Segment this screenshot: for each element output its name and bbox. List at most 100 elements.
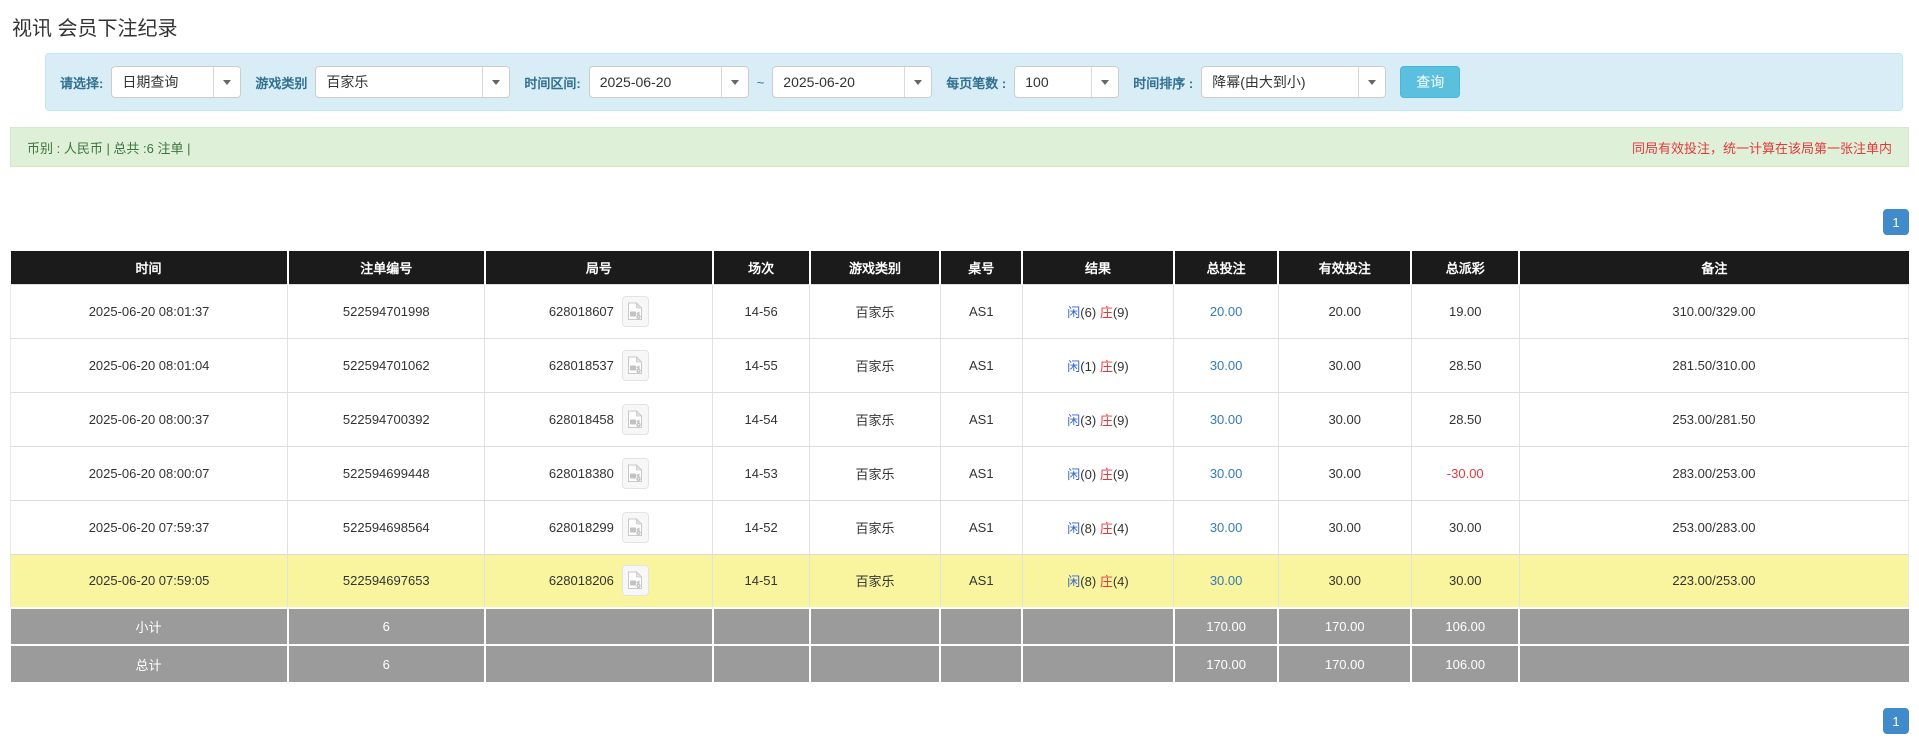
valid-bet-note-text: 同局有效投注，统一计算在该局第一张注单内 [1631, 140, 1892, 156]
banker-result-score: (9) [1112, 466, 1129, 482]
payout-cell: 30.00 [1411, 499, 1520, 555]
payout-cell: 28.50 [1411, 391, 1520, 447]
player-result-score: (6) [1080, 304, 1097, 320]
session-cell: 14-53 [712, 445, 811, 501]
game-type-dropdown[interactable]: 百家乐 [315, 66, 511, 98]
page-button-1[interactable]: 1 [1883, 708, 1909, 734]
subtotal-label: 小计 [10, 607, 289, 645]
video-record-icon[interactable] [621, 349, 649, 381]
page-title: 视讯 会员下注纪录 [12, 18, 178, 40]
total-bet-link[interactable]: 30.00 [1210, 466, 1243, 481]
game-type-cell: 百家乐 [809, 391, 941, 447]
video-record-icon[interactable] [621, 457, 649, 489]
query-type-dropdown[interactable]: 日期查询 [111, 66, 242, 98]
video-record-icon[interactable] [621, 295, 649, 327]
banker-result-score: (9) [1112, 412, 1129, 428]
search-button[interactable]: 查询 [1400, 66, 1461, 98]
bet-id-cell: 522594699448 [287, 445, 486, 501]
banker-result-label: 庄 [1099, 412, 1113, 428]
round-id-text: 628018206 [548, 573, 614, 589]
banker-result-score: (9) [1112, 358, 1129, 374]
banker-result-label: 庄 [1099, 358, 1113, 374]
table-row: 2025-06-20 08:01:04 522594701062 6280185… [9, 337, 1910, 393]
remark-cell: 283.00/253.00 [1519, 445, 1910, 501]
round-id-cell: 628018206 [484, 553, 714, 609]
chevron-down-icon [482, 67, 510, 97]
game-type-cell: 百家乐 [809, 283, 941, 339]
round-id-text: 628018299 [548, 519, 614, 535]
pagination-top: 1 [10, 209, 1909, 235]
table-no-cell: AS1 [940, 337, 1023, 393]
total-bet-link[interactable]: 20.00 [1210, 304, 1243, 319]
video-record-icon[interactable] [621, 565, 649, 597]
sort-order-dropdown[interactable]: 降幂(由大到小) [1201, 66, 1387, 98]
table-body: 2025-06-20 08:01:37 522594701998 6280186… [9, 283, 1910, 609]
player-result-label: 闲 [1067, 304, 1081, 320]
valid-bet-cell: 30.00 [1278, 499, 1412, 555]
result-cell: 闲(3) 庄(9) [1022, 391, 1175, 447]
table-row: 2025-06-20 07:59:05 522594697653 6280182… [9, 553, 1910, 609]
banker-result-label: 庄 [1099, 466, 1113, 482]
video-record-icon[interactable] [621, 511, 649, 543]
total-bet-link[interactable]: 30.00 [1210, 358, 1243, 373]
currency-summary-text: 币别 : 人民币 | 总共 :6 注单 | [27, 140, 191, 156]
round-id-text: 628018458 [548, 411, 614, 427]
table-no-cell: AS1 [940, 553, 1023, 609]
game-type-cell: 百家乐 [809, 499, 941, 555]
table-no-cell: AS1 [940, 391, 1023, 447]
round-id-text: 628018537 [548, 357, 614, 373]
remark-cell: 253.00/281.50 [1519, 391, 1910, 447]
total-bet-cell: 30.00 [1173, 337, 1279, 393]
bet-id-cell: 522594698564 [287, 499, 486, 555]
round-id-text: 628018607 [548, 303, 614, 319]
total-total-bet: 170.00 [1173, 644, 1280, 682]
subtotal-payout: 106.00 [1411, 607, 1521, 645]
remark-cell: 253.00/283.00 [1519, 499, 1910, 555]
chevron-down-icon [720, 67, 748, 97]
bet-id-cell: 522594700392 [287, 391, 486, 447]
round-id-text: 628018380 [548, 465, 614, 481]
valid-bet-cell: 30.00 [1278, 445, 1412, 501]
round-id-cell: 628018537 [484, 337, 714, 393]
round-id-cell: 628018607 [484, 283, 714, 339]
chevron-down-icon [1091, 67, 1119, 97]
total-bet-link[interactable]: 30.00 [1210, 520, 1243, 535]
date-from-dropdown[interactable]: 2025-06-20 [588, 66, 749, 98]
betting-records-table: 时间 注单编号 局号 场次 游戏类别 桌号 结果 总投注 有效投注 总派彩 备注… [9, 251, 1910, 682]
video-record-icon[interactable] [621, 403, 649, 435]
bet-time-cell: 2025-06-20 07:59:37 [9, 499, 289, 555]
page-size-dropdown[interactable]: 100 [1014, 66, 1120, 98]
remark-cell: 223.00/253.00 [1519, 553, 1910, 609]
summary-bar: 币别 : 人民币 | 总共 :6 注单 | 同局有效投注，统一计算在该局第一张注… [10, 127, 1909, 167]
page-button-1[interactable]: 1 [1883, 209, 1909, 235]
subtotal-valid-bet: 170.00 [1278, 607, 1413, 645]
round-id-cell: 628018380 [484, 445, 714, 501]
session-cell: 14-51 [712, 553, 811, 609]
banker-result-score: (4) [1112, 574, 1129, 590]
game-type-cell: 百家乐 [809, 553, 941, 609]
result-cell: 闲(8) 庄(4) [1022, 499, 1175, 555]
page-size-label: 每页笔数 : [946, 75, 1007, 91]
bet-time-cell: 2025-06-20 08:01:37 [9, 283, 289, 339]
payout-cell: -30.00 [1411, 445, 1520, 501]
player-result-score: (3) [1080, 412, 1097, 428]
total-payout: 106.00 [1411, 644, 1521, 682]
subtotal-count: 6 [287, 607, 486, 645]
total-bet-cell: 30.00 [1173, 391, 1279, 447]
player-result-score: (0) [1080, 466, 1097, 482]
date-to-dropdown[interactable]: 2025-06-20 [772, 66, 933, 98]
date-to-value: 2025-06-20 [783, 74, 855, 90]
player-result-label: 闲 [1067, 520, 1081, 536]
table-row: 2025-06-20 08:00:07 522594699448 6280183… [9, 445, 1910, 501]
page-size-value: 100 [1025, 74, 1049, 90]
player-result-score: (8) [1080, 574, 1097, 590]
session-cell: 14-56 [712, 283, 811, 339]
total-bet-link[interactable]: 30.00 [1210, 412, 1243, 427]
game-type-cell: 百家乐 [809, 337, 941, 393]
col-payout: 总派彩 [1411, 251, 1521, 284]
date-from-value: 2025-06-20 [599, 74, 672, 90]
total-bet-link[interactable]: 30.00 [1210, 573, 1243, 588]
remark-cell: 310.00/329.00 [1519, 283, 1910, 339]
col-round-id: 局号 [484, 251, 714, 284]
banker-result-score: (4) [1112, 520, 1129, 536]
